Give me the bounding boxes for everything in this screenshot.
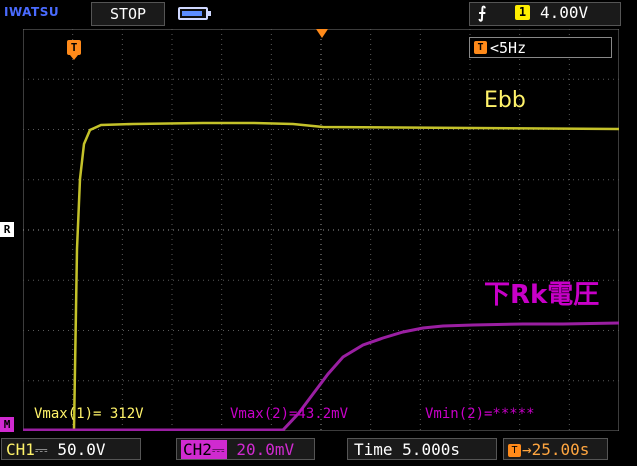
ch2-tag: CH2⎓	[181, 440, 227, 459]
trigger-time-marker[interactable]: T	[67, 40, 81, 55]
trigger-frequency-box: T <5Hz	[469, 37, 612, 58]
dc-coupling-icon: ⎓	[34, 440, 48, 459]
ch2-scale-box[interactable]: CH2⎓ 20.0mV	[176, 438, 315, 460]
measurement-vmax-ch2: Vmax(2)=43.2mV	[230, 406, 349, 422]
trigger-position-marker[interactable]	[316, 29, 328, 38]
trigger-source-badge: 1	[515, 5, 530, 20]
trigger-time-marker-tip	[70, 55, 78, 60]
trigger-arrow-icon: T	[508, 444, 521, 457]
trigger-level: 4.00V	[540, 3, 589, 22]
ch2-scale: 20.0mV	[236, 440, 295, 459]
ch2-ground-marker[interactable]: M	[0, 417, 14, 432]
timebase-scale: 5.000s	[402, 440, 460, 459]
trigger-badge: T	[474, 41, 487, 54]
ch1-scale: 50.0V	[57, 440, 106, 459]
horizontal-position-box[interactable]: T →25.00s	[503, 438, 608, 460]
rising-edge-icon: ⨍	[478, 3, 487, 22]
arrow-right-icon: →	[522, 440, 532, 459]
measurement-vmax-ch1: Vmax(1)= 312V	[34, 406, 144, 422]
timebase-box[interactable]: Time 5.000s	[347, 438, 497, 460]
run-stop-status[interactable]: STOP	[91, 2, 165, 26]
reference-marker[interactable]: R	[0, 222, 14, 237]
battery-icon	[178, 7, 211, 20]
ch1-scale-box[interactable]: CH1⎓ 50.0V	[1, 438, 141, 460]
brand-logo: IWATSU	[4, 5, 60, 19]
ch2-trace-label: 下Rk電圧	[484, 280, 600, 310]
ch1-trace-label: Ebb	[484, 88, 526, 113]
waveform-graticule	[23, 29, 619, 431]
ch1-tag: CH1	[6, 440, 35, 459]
trigger-frequency: <5Hz	[490, 39, 527, 57]
measurement-vmin-ch2: Vmin(2)=*****	[425, 406, 535, 422]
horizontal-position: 25.00s	[531, 440, 590, 459]
timebase-label: Time	[354, 440, 393, 459]
